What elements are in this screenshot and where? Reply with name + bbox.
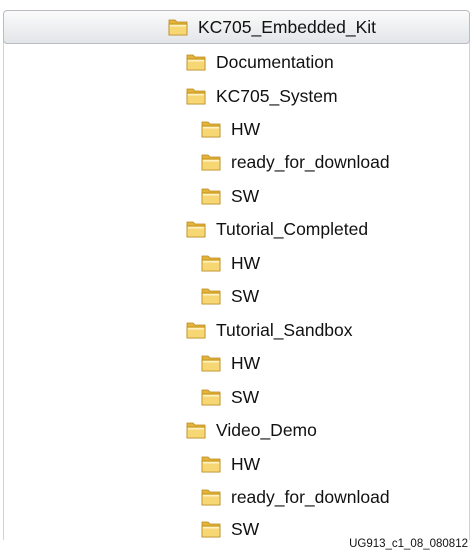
folder-icon xyxy=(201,389,221,406)
tree-root-folder[interactable]: KC705_Embedded_Kit xyxy=(167,12,376,42)
tree-item-video-demo-ready-for-download[interactable]: ready_for_download xyxy=(200,482,390,512)
folder-tree: KC705_Embedded_Kit Documentation KC705_S… xyxy=(0,0,474,556)
folder-icon xyxy=(201,521,221,538)
tree-item-tutorial-completed-hw[interactable]: HW xyxy=(200,248,260,278)
tree-item-tutorial-sandbox-sw[interactable]: SW xyxy=(200,382,259,412)
folder-icon xyxy=(201,255,221,272)
figure-id-caption: UG913_c1_08_080812 xyxy=(349,538,468,550)
tree-item-label: Video_Demo xyxy=(216,419,317,440)
tree-item-label: SW xyxy=(231,285,260,306)
tree-item-kc705-system-ready-for-download[interactable]: ready_for_download xyxy=(200,147,390,177)
tree-item-documentation[interactable]: Documentation xyxy=(185,47,334,77)
folder-icon xyxy=(186,422,206,439)
tree-right-border xyxy=(469,40,470,540)
tree-item-label: HW xyxy=(231,118,261,139)
folder-icon xyxy=(186,322,206,339)
tree-item-label: HW xyxy=(231,453,261,474)
folder-icon xyxy=(201,154,221,171)
folder-icon xyxy=(186,221,206,238)
tree-item-video-demo[interactable]: Video_Demo xyxy=(185,415,317,445)
tree-item-video-demo-sw[interactable]: SW xyxy=(200,514,259,544)
tree-item-label: ready_for_download xyxy=(231,486,390,507)
tree-item-label: SW xyxy=(231,518,260,539)
tree-item-label: KC705_System xyxy=(216,85,338,106)
tree-item-tutorial-completed[interactable]: Tutorial_Completed xyxy=(185,214,368,244)
folder-icon xyxy=(186,88,206,105)
tree-item-tutorial-sandbox-hw[interactable]: HW xyxy=(200,348,260,378)
tree-item-label: Tutorial_Sandbox xyxy=(216,319,353,340)
tree-item-label: HW xyxy=(231,352,261,373)
folder-icon xyxy=(201,288,221,305)
tree-item-kc705-system[interactable]: KC705_System xyxy=(185,81,338,111)
tree-item-tutorial-completed-sw[interactable]: SW xyxy=(200,281,259,311)
tree-item-label: SW xyxy=(231,386,260,407)
tree-item-label: HW xyxy=(231,252,261,273)
tree-item-tutorial-sandbox[interactable]: Tutorial_Sandbox xyxy=(185,315,353,345)
tree-item-label: ready_for_download xyxy=(231,151,390,172)
folder-icon xyxy=(201,121,221,138)
tree-item-label: SW xyxy=(231,185,260,206)
tree-item-video-demo-hw[interactable]: HW xyxy=(200,449,260,479)
folder-icon xyxy=(186,54,206,71)
tree-item-label: Tutorial_Completed xyxy=(216,218,369,239)
tree-item-kc705-system-sw[interactable]: SW xyxy=(200,181,259,211)
tree-left-border xyxy=(3,40,4,540)
folder-icon xyxy=(201,456,221,473)
folder-icon xyxy=(168,19,188,36)
folder-icon xyxy=(201,489,221,506)
folder-icon xyxy=(201,355,221,372)
tree-root-label: KC705_Embedded_Kit xyxy=(198,16,377,37)
tree-item-kc705-system-hw[interactable]: HW xyxy=(200,114,260,144)
tree-item-label: Documentation xyxy=(216,51,334,72)
folder-icon xyxy=(201,188,221,205)
